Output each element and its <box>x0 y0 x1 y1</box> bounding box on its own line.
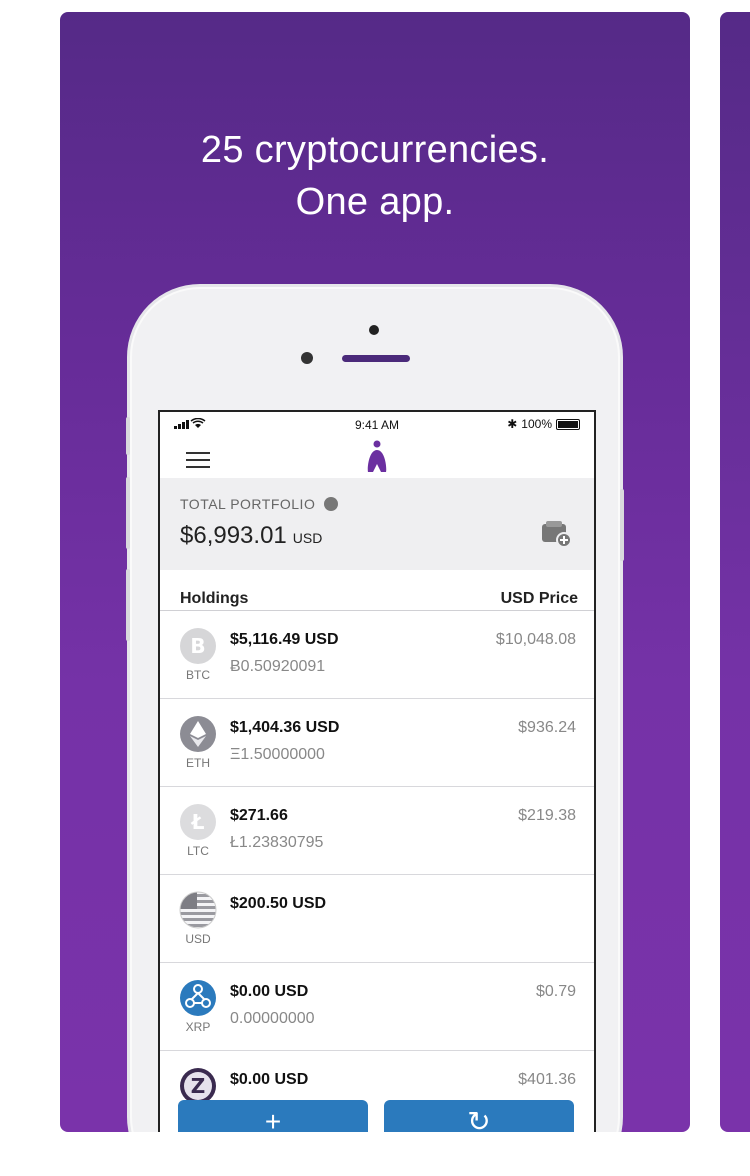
litecoin-icon: Ł <box>180 804 216 840</box>
coin-price: $10,048.08 <box>495 631 576 648</box>
svg-text:Z: Z <box>191 1074 206 1098</box>
holding-quantity: Ł1.23830795 <box>230 834 324 851</box>
bluetooth-icon: ✱ <box>507 417 518 431</box>
phone-volume-up <box>126 477 130 549</box>
add-button[interactable]: + <box>178 1100 368 1132</box>
portfolio-summary: TOTAL PORTFOLIO $6,993.01 USD <box>160 478 594 570</box>
holdings-title: Holdings <box>180 590 249 607</box>
coin-price: $401.36 <box>518 1071 576 1088</box>
svg-text:Ł: Ł <box>191 810 205 834</box>
front-sensor <box>369 325 379 335</box>
plus-icon: + <box>264 1106 282 1132</box>
clock-icon[interactable] <box>323 497 338 511</box>
holding-row-ltc[interactable]: Ł LTC $271.66 Ł1.23830795 $219.38 <box>160 787 594 875</box>
coin-code: ETH <box>186 756 210 770</box>
headline-line-2: One app. <box>295 181 455 223</box>
next-promo-card-peek <box>720 12 750 1132</box>
refresh-icon: ↻ <box>467 1106 491 1132</box>
status-right: ✱ 100% <box>507 417 580 431</box>
portfolio-value: $6,993.01 USD <box>180 522 322 550</box>
holding-amount: $5,116.49 USD <box>230 631 339 648</box>
headline: 25 cryptocurrencies. One app. <box>60 124 690 228</box>
battery-percent: 100% <box>521 417 552 431</box>
holding-amount: $0.00 USD <box>230 1071 309 1088</box>
holding-row-eth[interactable]: ETH $1,404.36 USD Ξ1.50000000 $936.24 <box>160 699 594 787</box>
holding-amount: $0.00 USD <box>230 983 309 1000</box>
phone-screen: 9:41 AM ✱ 100% TOTAL PORTFOLIO $6,993.01… <box>158 410 596 1132</box>
phone-power-button <box>620 489 624 561</box>
portfolio-label: TOTAL PORTFOLIO <box>180 496 338 512</box>
holding-quantity: 0.00000000 <box>230 1010 315 1027</box>
earpiece-speaker <box>342 355 410 362</box>
portfolio-unit: USD <box>292 530 323 546</box>
us-flag-icon <box>179 891 217 929</box>
coin-code: XRP <box>185 1020 211 1034</box>
hamburger-menu-icon[interactable] <box>186 452 210 473</box>
portfolio-amount: $6,993.01 <box>180 522 287 549</box>
phone-mute-switch <box>126 417 130 455</box>
app-bar <box>160 438 594 478</box>
coin-price: $219.38 <box>518 807 576 824</box>
coin-code: LTC <box>187 844 209 858</box>
coin-price: $936.24 <box>518 719 576 736</box>
refresh-button[interactable]: ↻ <box>384 1100 574 1132</box>
holding-row-btc[interactable]: B BTC $5,116.49 USD Ƀ0.50920091 $10,048.… <box>160 611 594 699</box>
battery-icon <box>556 418 580 430</box>
status-bar: 9:41 AM ✱ 100% <box>160 412 594 438</box>
holding-amount: $271.66 <box>230 807 288 824</box>
promo-card: 25 cryptocurrencies. One app. 9:41 AM ✱ … <box>60 12 690 1132</box>
app-logo-icon <box>367 440 387 472</box>
holdings-header: Holdings USD Price <box>160 570 594 611</box>
holding-quantity: Ξ1.50000000 <box>230 746 325 763</box>
holding-row-xrp[interactable]: XRP $0.00 USD 0.00000000 $0.79 <box>160 963 594 1051</box>
coin-price: $0.79 <box>535 983 576 1000</box>
price-column-title: USD Price <box>500 590 578 607</box>
holding-row-usd[interactable]: USD $200.50 USD <box>160 875 594 963</box>
coin-code: USD <box>185 932 211 946</box>
ethereum-icon <box>180 716 216 752</box>
headline-line-1: 25 cryptocurrencies. <box>200 129 550 171</box>
front-camera <box>301 352 313 364</box>
svg-text:B: B <box>190 634 205 658</box>
holding-amount: $1,404.36 USD <box>230 719 340 736</box>
add-wallet-icon[interactable] <box>540 520 572 548</box>
coin-code: BTC <box>186 668 210 682</box>
bitcoin-icon: B <box>180 628 216 664</box>
phone-volume-down <box>126 569 130 641</box>
holding-quantity: Ƀ0.50920091 <box>230 658 326 675</box>
holding-amount: $200.50 USD <box>230 895 327 912</box>
portfolio-label-text: TOTAL PORTFOLIO <box>180 496 316 512</box>
ripple-icon <box>180 980 216 1016</box>
action-bar: + ↻ <box>160 1100 594 1132</box>
